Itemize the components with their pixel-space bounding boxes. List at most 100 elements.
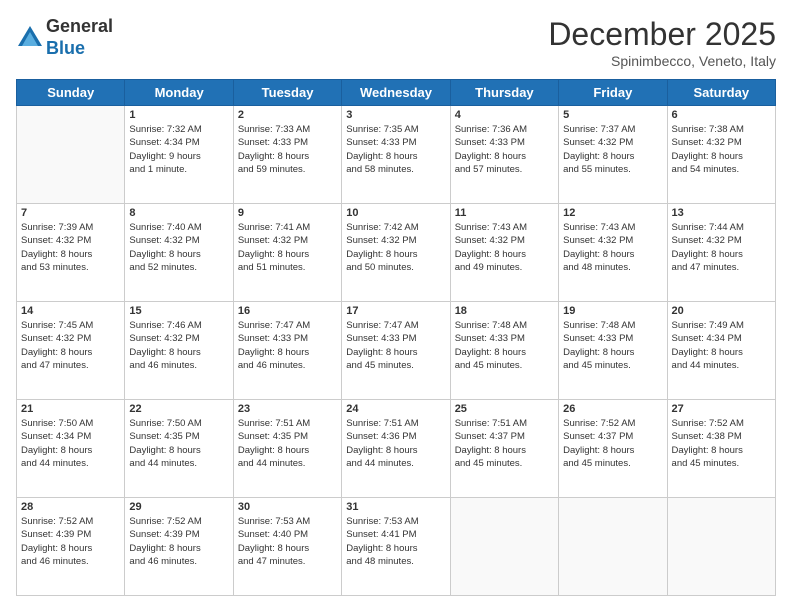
calendar-cell: 12 Sunrise: 7:43 AMSunset: 4:32 PMDayligh… (559, 204, 667, 302)
month-title: December 2025 (548, 16, 776, 53)
calendar-cell: 5Sunrise: 7:37 AMSunset: 4:32 PMDaylight… (559, 106, 667, 204)
day-number: 27 (672, 403, 771, 415)
logo-icon (16, 24, 44, 52)
calendar-cell: 20 Sunrise: 7:49 AMSunset: 4:34 PMDayligh… (667, 302, 775, 400)
day-info: Sunrise: 7:43 AMSunset: 4:32 PMDaylight:… (455, 221, 554, 274)
calendar-cell: 3 Sunrise: 7:35 AMSunset: 4:33 PMDaylight… (342, 106, 450, 204)
calendar-week-row: 21 Sunrise: 7:50 AMSunset: 4:34 PMDayligh… (17, 400, 776, 498)
day-number: 18 (455, 305, 554, 317)
day-info: Sunrise: 7:47 AMSunset: 4:33 PMDaylight:… (346, 319, 445, 372)
day-number: 10 (346, 207, 445, 219)
day-info: Sunrise: 7:42 AMSunset: 4:32 PMDaylight:… (346, 221, 445, 274)
day-number: 4 (455, 109, 554, 121)
day-info: Sunrise: 7:52 AMSunset: 4:37 PMDaylight:… (563, 417, 662, 470)
day-number: 20 (672, 305, 771, 317)
calendar-week-row: 28Sunrise: 7:52 AMSunset: 4:39 PMDayligh… (17, 498, 776, 596)
day-info: Sunrise: 7:39 AMSunset: 4:32 PMDaylight:… (21, 221, 120, 274)
calendar-cell: 18Sunrise: 7:48 AMSunset: 4:33 PMDayligh… (450, 302, 558, 400)
calendar-week-row: 14 Sunrise: 7:45 AMSunset: 4:32 PMDayligh… (17, 302, 776, 400)
logo: General Blue (16, 16, 113, 59)
calendar-cell: 27 Sunrise: 7:52 AMSunset: 4:38 PMDayligh… (667, 400, 775, 498)
calendar-cell: 8Sunrise: 7:40 AMSunset: 4:32 PMDaylight… (125, 204, 233, 302)
day-info: Sunrise: 7:51 AMSunset: 4:37 PMDaylight:… (455, 417, 554, 470)
day-info: Sunrise: 7:52 AMSunset: 4:39 PMDaylight:… (21, 515, 120, 568)
day-number: 13 (672, 207, 771, 219)
day-number: 1 (129, 109, 228, 121)
day-number: 8 (129, 207, 228, 219)
day-info: Sunrise: 7:51 AMSunset: 4:35 PMDaylight:… (238, 417, 337, 470)
logo-blue: Blue (46, 38, 113, 60)
day-number: 14 (21, 305, 120, 317)
day-number: 5 (563, 109, 662, 121)
day-info: Sunrise: 7:49 AMSunset: 4:34 PMDaylight:… (672, 319, 771, 372)
day-info: Sunrise: 7:43 AMSunset: 4:32 PMDaylight:… (563, 221, 662, 274)
calendar-cell: 26 Sunrise: 7:52 AMSunset: 4:37 PMDayligh… (559, 400, 667, 498)
day-number: 25 (455, 403, 554, 415)
calendar-cell: 25 Sunrise: 7:51 AMSunset: 4:37 PMDayligh… (450, 400, 558, 498)
day-info: Sunrise: 7:52 AMSunset: 4:39 PMDaylight:… (129, 515, 228, 568)
calendar-cell: 11 Sunrise: 7:43 AMSunset: 4:32 PMDayligh… (450, 204, 558, 302)
location-subtitle: Spinimbecco, Veneto, Italy (548, 53, 776, 69)
calendar-cell: 28Sunrise: 7:52 AMSunset: 4:39 PMDayligh… (17, 498, 125, 596)
calendar-cell: 29 Sunrise: 7:52 AMSunset: 4:39 PMDayligh… (125, 498, 233, 596)
calendar-cell (667, 498, 775, 596)
day-number: 29 (129, 501, 228, 513)
calendar-cell: 31Sunrise: 7:53 AMSunset: 4:41 PMDayligh… (342, 498, 450, 596)
calendar-cell: 9 Sunrise: 7:41 AMSunset: 4:32 PMDaylight… (233, 204, 341, 302)
day-info: Sunrise: 7:53 AMSunset: 4:40 PMDaylight:… (238, 515, 337, 568)
weekday-thursday: Thursday (450, 80, 558, 106)
day-number: 16 (238, 305, 337, 317)
day-info: Sunrise: 7:41 AMSunset: 4:32 PMDaylight:… (238, 221, 337, 274)
calendar-cell: 30Sunrise: 7:53 AMSunset: 4:40 PMDayligh… (233, 498, 341, 596)
day-info: Sunrise: 7:50 AMSunset: 4:34 PMDaylight:… (21, 417, 120, 470)
day-number: 31 (346, 501, 445, 513)
weekday-friday: Friday (559, 80, 667, 106)
calendar-cell: 2Sunrise: 7:33 AMSunset: 4:33 PMDaylight… (233, 106, 341, 204)
day-info: Sunrise: 7:52 AMSunset: 4:38 PMDaylight:… (672, 417, 771, 470)
calendar-cell (450, 498, 558, 596)
page: General Blue December 2025 Spinimbecco, … (0, 0, 792, 612)
weekday-sunday: Sunday (17, 80, 125, 106)
day-info: Sunrise: 7:44 AMSunset: 4:32 PMDaylight:… (672, 221, 771, 274)
calendar-cell: 15Sunrise: 7:46 AMSunset: 4:32 PMDayligh… (125, 302, 233, 400)
day-number: 2 (238, 109, 337, 121)
day-info: Sunrise: 7:35 AMSunset: 4:33 PMDaylight:… (346, 123, 445, 176)
calendar-cell (559, 498, 667, 596)
calendar-cell: 10 Sunrise: 7:42 AMSunset: 4:32 PMDayligh… (342, 204, 450, 302)
day-info: Sunrise: 7:47 AMSunset: 4:33 PMDaylight:… (238, 319, 337, 372)
calendar-cell (17, 106, 125, 204)
day-info: Sunrise: 7:48 AMSunset: 4:33 PMDaylight:… (563, 319, 662, 372)
calendar-cell: 6 Sunrise: 7:38 AMSunset: 4:32 PMDaylight… (667, 106, 775, 204)
calendar-cell: 7Sunrise: 7:39 AMSunset: 4:32 PMDaylight… (17, 204, 125, 302)
day-info: Sunrise: 7:38 AMSunset: 4:32 PMDaylight:… (672, 123, 771, 176)
weekday-header-row: SundayMondayTuesdayWednesdayThursdayFrid… (17, 80, 776, 106)
day-number: 11 (455, 207, 554, 219)
day-number: 21 (21, 403, 120, 415)
day-number: 23 (238, 403, 337, 415)
calendar-cell: 16 Sunrise: 7:47 AMSunset: 4:33 PMDayligh… (233, 302, 341, 400)
day-number: 3 (346, 109, 445, 121)
day-info: Sunrise: 7:32 AMSunset: 4:34 PMDaylight:… (129, 123, 228, 176)
calendar-cell: 17 Sunrise: 7:47 AMSunset: 4:33 PMDayligh… (342, 302, 450, 400)
logo-general: General (46, 16, 113, 38)
day-number: 9 (238, 207, 337, 219)
day-number: 19 (563, 305, 662, 317)
day-number: 12 (563, 207, 662, 219)
weekday-saturday: Saturday (667, 80, 775, 106)
day-number: 24 (346, 403, 445, 415)
calendar-cell: 23 Sunrise: 7:51 AMSunset: 4:35 PMDayligh… (233, 400, 341, 498)
day-info: Sunrise: 7:45 AMSunset: 4:32 PMDaylight:… (21, 319, 120, 372)
day-number: 26 (563, 403, 662, 415)
day-number: 17 (346, 305, 445, 317)
calendar-cell: 22Sunrise: 7:50 AMSunset: 4:35 PMDayligh… (125, 400, 233, 498)
day-info: Sunrise: 7:36 AMSunset: 4:33 PMDaylight:… (455, 123, 554, 176)
day-info: Sunrise: 7:50 AMSunset: 4:35 PMDaylight:… (129, 417, 228, 470)
calendar-table: SundayMondayTuesdayWednesdayThursdayFrid… (16, 79, 776, 596)
day-number: 6 (672, 109, 771, 121)
calendar-cell: 1 Sunrise: 7:32 AMSunset: 4:34 PMDaylight… (125, 106, 233, 204)
calendar-cell: 19 Sunrise: 7:48 AMSunset: 4:33 PMDayligh… (559, 302, 667, 400)
calendar-cell: 24 Sunrise: 7:51 AMSunset: 4:36 PMDayligh… (342, 400, 450, 498)
calendar-week-row: 7Sunrise: 7:39 AMSunset: 4:32 PMDaylight… (17, 204, 776, 302)
calendar-cell: 14 Sunrise: 7:45 AMSunset: 4:32 PMDayligh… (17, 302, 125, 400)
day-info: Sunrise: 7:51 AMSunset: 4:36 PMDaylight:… (346, 417, 445, 470)
